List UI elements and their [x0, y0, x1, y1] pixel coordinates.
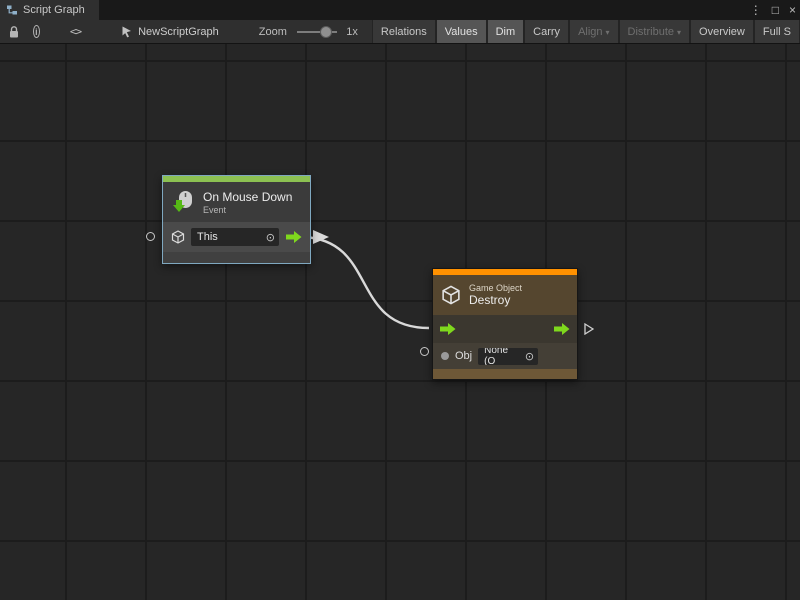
destroy-node-title: Destroy [469, 293, 522, 307]
connection-wire[interactable] [304, 237, 429, 328]
align-button: Align ▾ [569, 20, 618, 44]
maximize-icon[interactable]: □ [772, 0, 779, 20]
overview-button[interactable]: Overview [690, 20, 754, 44]
distribute-button: Distribute ▾ [619, 20, 690, 44]
align-button-label: Align [578, 26, 602, 38]
target-field-value: This [197, 231, 218, 243]
script-graph-icon [6, 4, 18, 16]
trigger-output-port-icon[interactable] [554, 322, 570, 341]
destroy-node-footer [433, 369, 577, 379]
object-field[interactable]: None (O ⊙ [478, 348, 538, 365]
zoom-label: Zoom [259, 26, 287, 38]
mouse-down-icon [171, 190, 195, 214]
dim-button[interactable]: Dim [487, 20, 525, 44]
chevron-down-icon: ▾ [677, 28, 681, 37]
param-label: Obj [455, 350, 472, 362]
lock-icon[interactable] [8, 25, 20, 39]
event-node-titles: On Mouse Down Event [203, 190, 292, 215]
destroy-node-input-port[interactable] [420, 347, 429, 356]
fullscreen-button[interactable]: Full S [754, 20, 800, 44]
values-button[interactable]: Values [436, 20, 487, 44]
value-port-dot-icon[interactable] [441, 352, 449, 360]
event-node-footer [163, 252, 310, 263]
trigger-input-port-icon[interactable] [440, 322, 456, 341]
relations-button[interactable]: Relations [372, 20, 436, 44]
zoom-slider-handle[interactable] [320, 26, 332, 38]
carry-button[interactable]: Carry [524, 20, 569, 44]
destroy-node-output-triangle-port[interactable] [584, 322, 594, 340]
destroy-node-trigger-row [433, 315, 577, 343]
destroy-node[interactable]: Game Object Destroy Obj [432, 268, 578, 380]
script-graph-window: Script Graph ⋮ □ × i <> NewScriptGraph Z… [0, 0, 800, 600]
object-picker-icon[interactable]: ⊙ [525, 350, 534, 363]
toolbar-buttons: Relations Values Dim Carry Align ▾ Distr… [372, 20, 800, 44]
object-picker-icon[interactable]: ⊙ [266, 231, 275, 244]
object-field-value: None (O [484, 348, 521, 365]
zoom-value: 1x [346, 26, 358, 38]
menu-icon[interactable]: ⋮ [750, 0, 762, 20]
destroy-node-category: Game Object [469, 283, 522, 293]
connection-arrowhead [313, 230, 329, 244]
tab-bar: Script Graph ⋮ □ × [0, 0, 800, 20]
graph-toolbar: i <> NewScriptGraph Zoom 1x Relations Va… [0, 20, 800, 44]
close-icon[interactable]: × [789, 0, 796, 20]
window-controls: ⋮ □ × [750, 0, 796, 20]
event-node-input-port[interactable] [146, 232, 155, 241]
info-icon[interactable]: i [33, 25, 40, 38]
zoom-slider[interactable] [297, 31, 337, 33]
destroy-node-titles: Game Object Destroy [469, 283, 522, 307]
target-field[interactable]: This ⊙ [191, 228, 279, 246]
tab-script-graph[interactable]: Script Graph [0, 0, 99, 20]
event-node-port-row: This ⊙ [163, 222, 310, 252]
trigger-output-port-icon[interactable] [286, 230, 302, 244]
event-node-on-mouse-down[interactable]: On Mouse Down Event This ⊙ [162, 175, 311, 264]
wire-layer [0, 44, 800, 600]
tab-title: Script Graph [23, 4, 85, 16]
game-object-cube-icon [441, 285, 461, 305]
event-node-title: On Mouse Down [203, 190, 292, 204]
event-node-header: On Mouse Down Event [163, 182, 310, 222]
graph-canvas[interactable]: On Mouse Down Event This ⊙ [0, 44, 800, 600]
destroy-node-header: Game Object Destroy [433, 275, 577, 315]
event-node-subtitle: Event [203, 205, 292, 215]
distribute-button-label: Distribute [628, 26, 674, 38]
graph-pointer-icon [121, 26, 132, 38]
code-icon[interactable]: <> [70, 25, 81, 38]
chevron-down-icon: ▾ [606, 28, 610, 37]
graph-name[interactable]: NewScriptGraph [138, 26, 219, 38]
destroy-node-param-row: Obj None (O ⊙ [433, 343, 577, 369]
cube-icon [171, 230, 185, 244]
